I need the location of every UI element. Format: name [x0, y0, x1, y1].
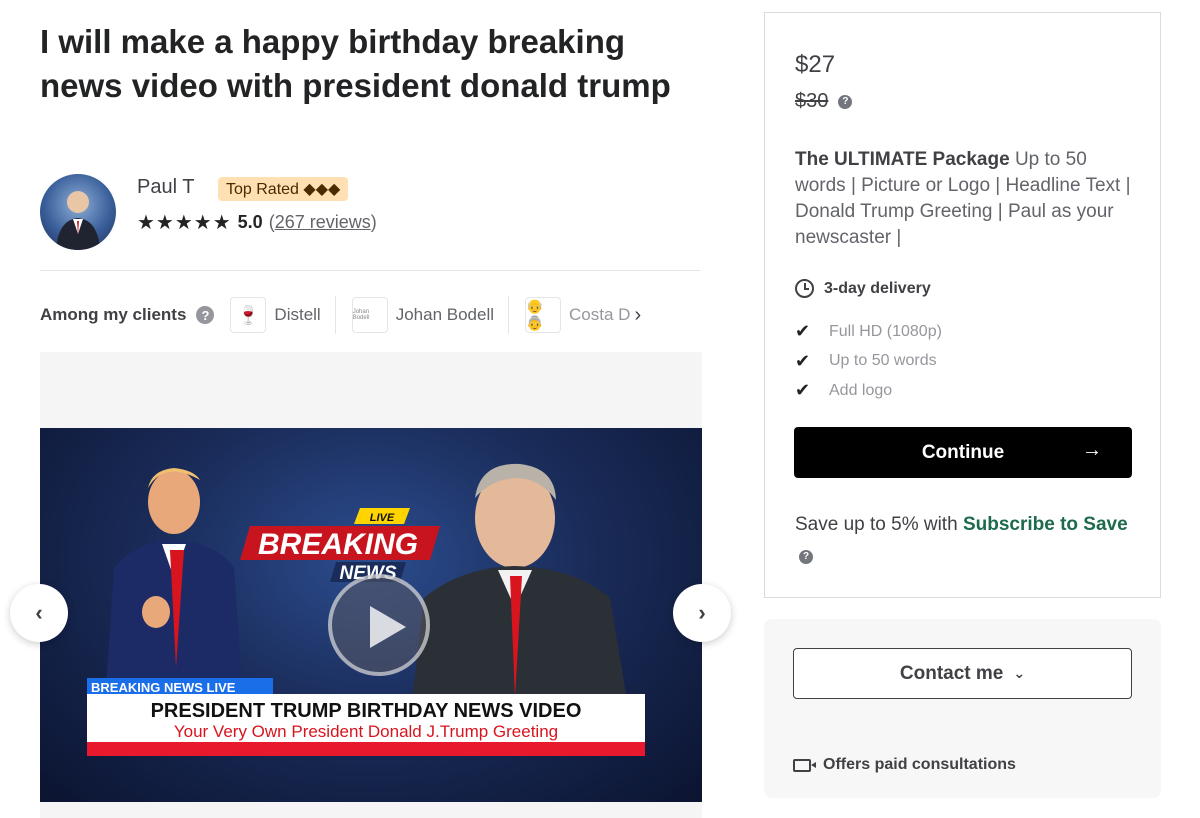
- client-logo: Johan Bodell: [351, 297, 388, 333]
- old-price: $30: [795, 90, 829, 112]
- reviews-count: (267 reviews): [269, 212, 377, 233]
- contact-label: Contact me: [899, 662, 1004, 684]
- gallery-next-button[interactable]: ›: [673, 584, 731, 642]
- feature-list: ✔ Full HD (1080p) ✔ Up to 50 words ✔ Add lo…: [795, 317, 942, 406]
- save-prefix: Save up to 5% with: [795, 514, 963, 535]
- help-icon[interactable]: ?: [838, 94, 853, 109]
- reviews-link[interactable]: 267 reviews: [275, 212, 371, 232]
- package-name: The ULTIMATE Package: [795, 149, 1010, 170]
- contact-button[interactable]: Contact me ⌄: [793, 648, 1132, 699]
- client-item: 🍷 Distell: [230, 296, 336, 334]
- delivery-label: 3-day delivery: [824, 279, 931, 297]
- play-button[interactable]: [328, 574, 430, 676]
- gig-title: I will make a happy birthday breaking ne…: [40, 23, 671, 104]
- consultation-note: Offers paid consultations: [793, 756, 1016, 774]
- seller-overview: Paul T Top Rated ◆◆◆ ★★★★★ 5.0 (267 revi…: [40, 174, 700, 250]
- ticker-headline: PRESIDENT TRUMP BIRTHDAY NEWS VIDEO: [150, 700, 582, 722]
- subscribe-note: Save up to 5% with Subscribe to Save ?: [795, 510, 1135, 568]
- continue-label: Continue: [921, 441, 1005, 463]
- continue-button[interactable]: Continue →: [794, 427, 1132, 478]
- feature-label: Add logo: [829, 381, 893, 399]
- help-icon[interactable]: ?: [196, 306, 215, 324]
- subscribe-link[interactable]: Subscribe to Save: [963, 514, 1128, 535]
- live-tag: LIVE: [370, 512, 395, 524]
- reviews-close-paren: ): [370, 212, 377, 232]
- video-camera-icon: [793, 758, 816, 772]
- news-ticker: PRESIDENT TRUMP BIRTHDAY NEWS VIDEO Your…: [87, 694, 645, 756]
- consult-label: Offers paid consultations: [823, 756, 1016, 773]
- feature-item: ✔ Up to 50 words: [795, 347, 942, 377]
- delivery-time: 3-day delivery: [795, 279, 931, 298]
- top-rated-badge: Top Rated ◆◆◆: [218, 177, 349, 201]
- rating-row: ★★★★★ 5.0 (267 reviews): [137, 210, 377, 235]
- feature-label: Full HD (1080p): [829, 322, 942, 340]
- check-icon: ✔: [795, 321, 811, 342]
- star-rating-icon: ★★★★★: [137, 212, 232, 234]
- arrow-right-icon: →: [1082, 439, 1102, 461]
- contact-panel: Contact me ⌄ Offers paid consultations: [764, 619, 1161, 798]
- check-icon: ✔: [795, 380, 811, 401]
- check-icon: ✔: [795, 350, 811, 371]
- client-item: Johan Bodell Johan Bodell: [351, 296, 510, 334]
- rating-value: 5.0: [237, 212, 263, 232]
- video-preview[interactable]: LIVE BREAKING NEWS BREAKING NEWS LIVE PR…: [40, 428, 702, 802]
- feature-item: ✔ Full HD (1080p): [795, 317, 942, 347]
- package-description: The ULTIMATE Package Up to 50 words | Pi…: [795, 147, 1140, 251]
- clock-icon: [795, 279, 814, 298]
- client-name: Distell: [274, 305, 321, 324]
- clients-label: Among my clients: [40, 305, 187, 324]
- price: $27: [795, 51, 836, 78]
- clients-row: Among my clients ? 🍷 Distell Johan Bodel…: [40, 296, 700, 334]
- client-logo: 👴👵: [525, 297, 562, 333]
- breaking-word: BREAKING: [258, 528, 418, 561]
- gallery-prev-button[interactable]: ‹: [10, 584, 68, 642]
- old-price-row: $30 ?: [795, 90, 853, 113]
- client-item: 👴👵 Costa D: [525, 296, 630, 334]
- package-panel: $27 $30 ? The ULTIMATE Package Up to 50 …: [764, 12, 1161, 598]
- seller-avatar[interactable]: [40, 174, 116, 250]
- breaking-news-graphic: LIVE BREAKING NEWS: [240, 508, 440, 584]
- feature-label: Up to 50 words: [829, 352, 937, 370]
- help-icon[interactable]: ?: [799, 549, 813, 564]
- seller-name[interactable]: Paul T: [137, 176, 194, 199]
- feature-item: ✔ Add logo: [795, 376, 942, 406]
- divider: [40, 270, 700, 271]
- ticker-subline: Your Very Own President Donald J.Trump G…: [173, 722, 559, 741]
- chevron-down-icon: ⌄: [1013, 665, 1026, 681]
- client-name: Johan Bodell: [395, 305, 495, 324]
- client-logo: 🍷: [230, 297, 267, 333]
- chevron-right-icon[interactable]: ›: [634, 304, 641, 327]
- client-name: Costa D: [569, 305, 631, 324]
- gig-gallery: LIVE BREAKING NEWS BREAKING NEWS LIVE PR…: [40, 352, 702, 818]
